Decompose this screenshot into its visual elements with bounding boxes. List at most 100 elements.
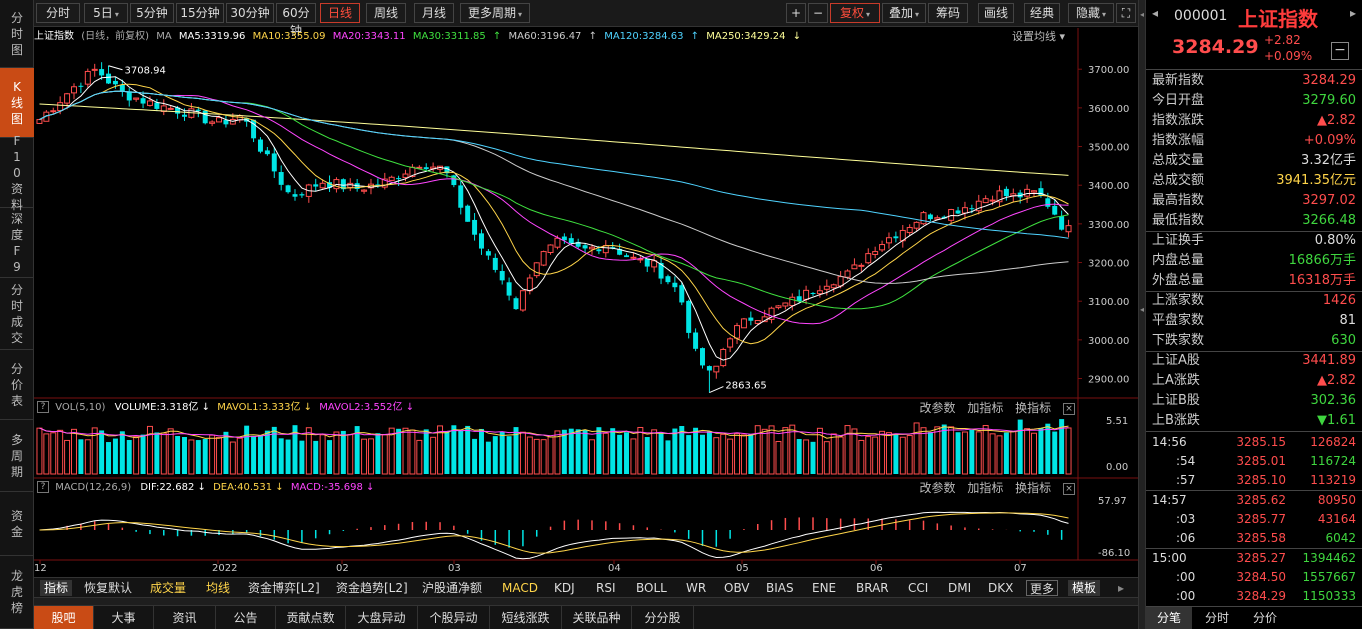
candle-body [64, 93, 71, 104]
volume-bar [602, 432, 609, 475]
kline-chart[interactable]: 3700.00 3600.00 3500.00 3400.00 3300.00 3200.… [0, 0, 1138, 577]
indicator-kdj[interactable]: KDJ [554, 580, 575, 596]
indicator-fund-game[interactable]: 资金博弈[L2] [248, 580, 320, 596]
volume-bar [948, 426, 955, 475]
x-tick-label: 2022 [212, 563, 237, 574]
indicator-wr[interactable]: WR [686, 580, 706, 596]
tab-forum[interactable]: 股吧 [34, 606, 94, 629]
tab-stock-moves[interactable]: 个股异动 [418, 606, 490, 629]
quote-row-value: 0.80% [1314, 233, 1356, 248]
price-tick-label: 3400.00 [1088, 181, 1129, 192]
high-label: 3708.94 [125, 66, 166, 77]
volume-bar [485, 441, 491, 474]
tab-short-term[interactable]: 短线涨跌 [490, 606, 562, 629]
x-tick-label: 07 [1014, 563, 1027, 574]
quote-row-label: 最高指数 [1152, 193, 1205, 208]
indicator-dkx[interactable]: DKX [988, 580, 1013, 596]
horizontal-scrollbar[interactable] [34, 597, 1138, 605]
candle-body [271, 153, 277, 172]
tick-price: 3285.62 [1236, 493, 1286, 507]
tick-time: 14:56 [1152, 435, 1187, 449]
next-security-icon[interactable]: ▸ [1350, 6, 1356, 20]
quote-row-value: 3297.02 [1302, 193, 1356, 208]
candle-body [140, 98, 146, 104]
volume-bar [941, 424, 947, 474]
volume-bar [858, 439, 865, 475]
volume-bar [1017, 419, 1023, 474]
volume-bar [665, 440, 671, 474]
quote-row: 总成交量 3.32亿手 [1146, 151, 1362, 171]
tab-component-stocks[interactable]: 分分股 [632, 606, 694, 629]
volume-bar [313, 440, 319, 474]
candle-body [1052, 205, 1058, 215]
indicator-fund-trend[interactable]: 资金趋势[L2] [336, 580, 408, 596]
tab-ticks[interactable]: 分笔 [1146, 607, 1192, 629]
volume-bar [278, 438, 284, 474]
indicator-boll[interactable]: BOLL [636, 580, 667, 596]
candle-body [99, 69, 105, 76]
candle-body [679, 285, 685, 303]
dea-line [39, 512, 1069, 554]
indicator-dmi[interactable]: DMI [948, 580, 971, 596]
candle-body [644, 258, 650, 267]
quote-row-value: 3284.29 [1302, 73, 1356, 88]
more-indicators-button[interactable]: 更多 [1026, 580, 1059, 596]
candle-body [1031, 190, 1037, 193]
indicator-northbound[interactable]: 沪股通净额 [422, 580, 482, 596]
indicator-bias[interactable]: BIAS [766, 580, 794, 596]
volume-bar [451, 425, 457, 474]
template-button[interactable]: 模板 [1068, 580, 1101, 596]
volume-bar [561, 429, 567, 474]
quote-row-value: 302.36 [1310, 393, 1357, 408]
volume-bar [64, 439, 71, 475]
quote-row-label: 上证换手 [1152, 233, 1205, 248]
candle-body [720, 348, 727, 367]
tab-announcements[interactable]: 公告 [216, 606, 276, 629]
volume-bar [140, 434, 146, 474]
panel-splitter[interactable]: ◂ ◂ [1138, 0, 1146, 629]
quote-row-value: 3941.35亿元 [1276, 173, 1356, 188]
volume-bar [112, 438, 118, 474]
volume-bar [430, 436, 437, 475]
indicator-ma[interactable]: 均线 [206, 580, 230, 596]
indicator-menu-button[interactable]: 指标 [40, 580, 73, 596]
candle-body [672, 282, 678, 288]
tab-contribution[interactable]: 贡献点数 [276, 606, 346, 629]
candle-body [195, 109, 201, 111]
tab-price-dist[interactable]: 分价 [1242, 607, 1288, 629]
quote-row-label: 上证A股 [1152, 353, 1200, 368]
indicator-obv[interactable]: OBV [724, 580, 750, 596]
candle-body [830, 284, 837, 289]
volume-bar [637, 426, 644, 475]
restore-default-button[interactable]: 恢复默认 [84, 580, 132, 596]
quote-row-label: 最新指数 [1152, 73, 1205, 88]
tick-time: :57 [1176, 473, 1196, 487]
volume-bar [167, 428, 174, 475]
indicator-cci[interactable]: CCI [908, 580, 928, 596]
volume-bar [340, 430, 346, 474]
candle-body [119, 84, 125, 92]
indicator-rsi[interactable]: RSI [596, 580, 616, 596]
collapse-right-icon[interactable]: ◂ [1140, 10, 1144, 19]
indicator-ene[interactable]: ENE [812, 580, 836, 596]
quote-row-label: 指数涨幅 [1152, 133, 1205, 148]
x-tick-label: 06 [870, 563, 883, 574]
candle-body [216, 117, 223, 123]
indicator-macd[interactable]: MACD [502, 580, 538, 596]
quote-panel: ◂ 000001 上证指数 ▸ 3284.29 +2.82 +0.09% − 最… [1146, 0, 1362, 629]
tab-related[interactable]: 关联品种 [562, 606, 632, 629]
tab-news[interactable]: 资讯 [154, 606, 216, 629]
tab-minute[interactable]: 分时 [1194, 607, 1240, 629]
volume-bar [1003, 432, 1009, 474]
scroll-right-icon[interactable]: ▸ [1118, 580, 1124, 596]
indicator-volume[interactable]: 成交量 [150, 580, 186, 596]
indicator-brar[interactable]: BRAR [856, 580, 889, 596]
tab-market-moves[interactable]: 大盘异动 [346, 606, 418, 629]
candle-body [182, 114, 187, 117]
quote-row-value: 3441.89 [1302, 353, 1356, 368]
minimize-icon[interactable]: − [1331, 42, 1349, 60]
candle-body [1003, 188, 1009, 197]
tab-events[interactable]: 大事 [94, 606, 154, 629]
collapse-left-icon[interactable]: ◂ [1140, 305, 1144, 314]
prev-security-icon[interactable]: ◂ [1152, 6, 1158, 20]
